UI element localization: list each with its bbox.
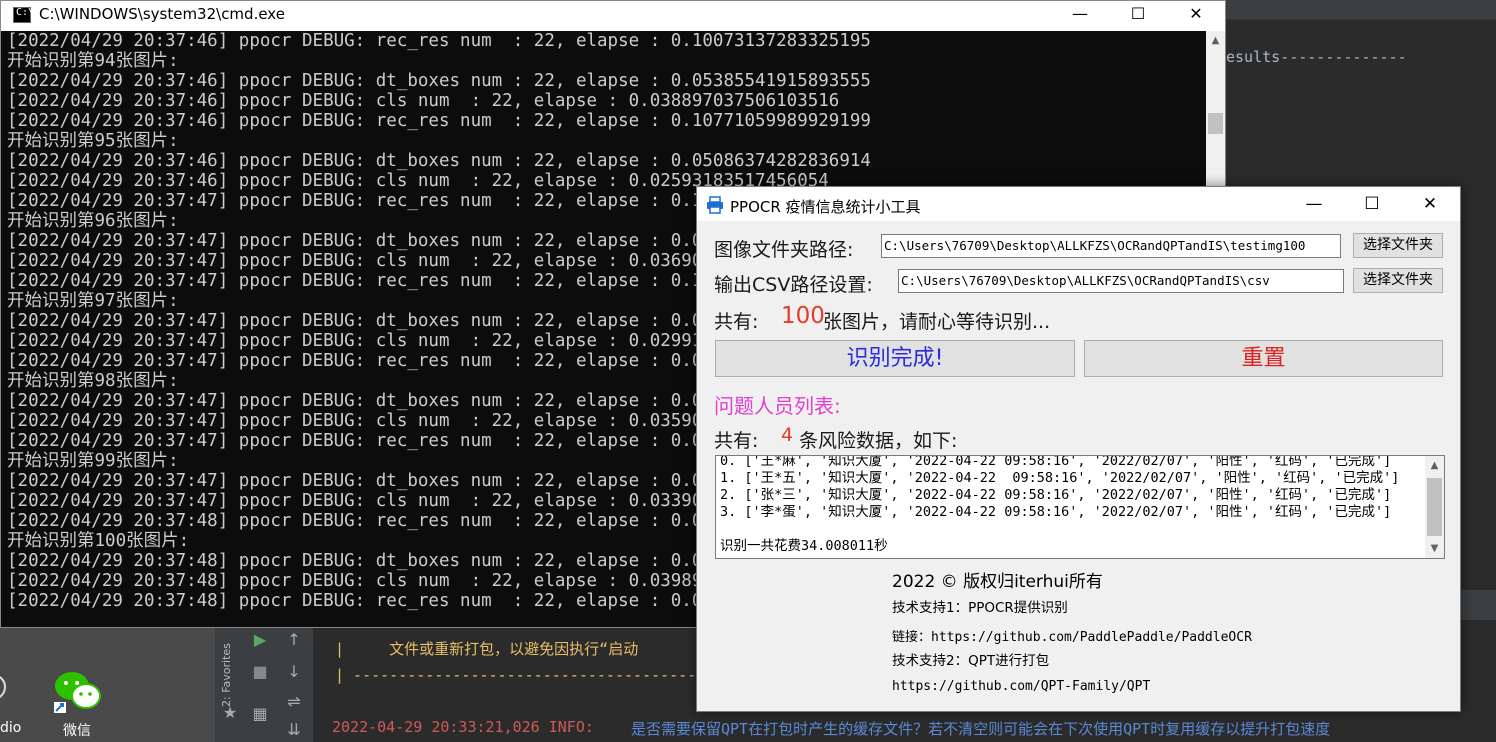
results-scrollbar[interactable]: ▲ ▼ [1425,456,1444,558]
ide-top-strip [1226,0,1496,20]
cmd-icon: C:\ [13,7,34,23]
image-folder-label: 图像文件夹路径: [714,239,854,261]
cmd-titlebar[interactable]: C:\ C:\WINDOWS\system32\cmd.exe — ☐ ✕ [1,1,1225,31]
scroll-down-icon[interactable]: ▼ [1429,543,1440,554]
cmd-output-line: [2022/04/29 20:37:47] ppocr DEBUG: cls n… [7,251,724,271]
choose-image-folder-button[interactable]: 选择文件夹 [1353,233,1443,258]
image-folder-input[interactable]: C:\Users\76709\Desktop\ALLKFZS\OCRandQPT… [881,234,1341,258]
risk-suffix: 条风险数据，如下: [799,430,958,452]
dialog-title: PPOCR 疫情信息统计小工具 [730,198,921,216]
ide-log-message: 是否需要保留QPT在打包时产生的缓存文件？若不清空则可能会在下次使用QPT时复用… [631,720,1331,738]
cmd-output-line: [2022/04/29 20:37:47] ppocr DEBUG: rec_r… [7,271,734,291]
support-1-text: 技术支持1：PPOCR提供识别 [892,600,1068,616]
cmd-output-line: [2022/04/29 20:37:47] ppocr DEBUG: dt_bo… [7,391,734,411]
cmd-output-line: [2022/04/29 20:37:46] ppocr DEBUG: rec_r… [7,31,871,51]
cmd-output-line: [2022/04/29 20:37:47] ppocr DEBUG: dt_bo… [7,311,734,331]
cmd-output-line: [2022/04/29 20:37:47] ppocr DEBUG: rec_r… [7,351,734,371]
support-2-text: 技术支持2：QPT进行打包 [892,653,1050,669]
ide-results-text: esults-------------- [1226,48,1407,66]
cmd-output-line: 开始识别第100张图片: [7,531,190,551]
cmd-output-line: [2022/04/29 20:37:47] ppocr DEBUG: dt_bo… [7,231,734,251]
result-row: 3. ['李*蛋', '知识大厦', '2022-04-22 09:58:16'… [720,504,1392,520]
result-row: 0. ['王*麻', '知识大厦', '2022-04-22 09:58:16'… [720,455,1392,469]
wechat-label: 微信 [63,723,91,739]
favorites-tab[interactable]: 2: Favorites [220,632,240,707]
cmd-output-line: [2022/04/29 20:37:46] ppocr DEBUG: cls n… [7,91,840,111]
dialog-titlebar[interactable]: PPOCR 疫情信息统计小工具 — ☐ ✕ [697,187,1460,221]
cmd-output-line: [2022/04/29 20:37:47] ppocr DEBUG: rec_r… [7,191,734,211]
reset-button[interactable]: 重置 [1084,340,1443,377]
ppocr-dialog: PPOCR 疫情信息统计小工具 — ☐ ✕ 图像文件夹路径: C:\Users\… [696,186,1461,712]
scroll-end-icon[interactable]: ⇊ [284,720,304,740]
paddleocr-link[interactable]: 链接：https://github.com/PaddlePaddle/Paddl… [892,626,1252,645]
cmd-output-line: [2022/04/29 20:37:47] ppocr DEBUG: cls n… [7,331,734,351]
minimize-button[interactable]: — [1285,189,1343,219]
ide-run-toolbar: ▶ ↑ ■ ↓ ⇌ ▦ ⇊ [246,628,314,742]
star-icon[interactable]: ★ [220,703,240,723]
run-icon[interactable]: ▶ [250,630,270,650]
cmd-output-line: 开始识别第95张图片: [7,131,179,151]
cmd-output-line: [2022/04/29 20:37:46] ppocr DEBUG: rec_r… [7,111,871,131]
cmd-output-line: [2022/04/29 20:37:47] ppocr DEBUG: cls n… [7,411,734,431]
results-textbox[interactable]: 0. ['王*麻', '知识大厦', '2022-04-22 09:58:16'… [715,455,1445,559]
copyright-text: 2022 © 版权归iterhui所有 [892,572,1103,592]
cmd-output-line: 开始识别第96张图片: [7,211,179,231]
app-icon[interactable] [0,674,6,700]
cmd-output-line: [2022/04/29 20:37:47] ppocr DEBUG: dt_bo… [7,471,734,491]
cmd-output-line: 开始识别第98张图片: [7,371,179,391]
cmd-output-line: 开始识别第97张图片: [7,291,179,311]
cmd-output-line: [2022/04/29 20:37:46] ppocr DEBUG: dt_bo… [7,151,871,171]
stop-icon[interactable]: ■ [250,662,270,682]
cmd-output-line: 开始识别第99张图片: [7,451,179,471]
choose-csv-folder-button[interactable]: 选择文件夹 [1353,268,1443,293]
risk-count: 4 [781,424,794,446]
wechat-icon[interactable] [52,668,104,714]
ide-side-toolbar: 2: Favorites ★ [215,628,246,742]
close-button[interactable]: ✕ [1401,189,1459,219]
close-button[interactable]: ✕ [1167,1,1225,31]
cmd-output-line: [2022/04/29 20:37:48] ppocr DEBUG: rec_r… [7,511,734,531]
ide-log-prefix: 2022-04-29 20:33:21,026 INFO: [332,718,603,736]
qpt-link[interactable]: https://github.com/QPT-Family/QPT [892,679,1150,694]
ide-log-line: | 文件或重新打包，以避免因执行“启动 [335,640,639,658]
total-suffix: 张图片，请耐心等待识别... [823,311,1051,333]
scroll-up-icon[interactable]: ▲ [1429,460,1440,471]
csv-path-label: 输出CSV路径设置: [714,274,873,296]
scroll-thumb[interactable] [1208,113,1223,134]
ide-log-line: | --------------------------------------… [335,666,724,684]
cmd-output-line: [2022/04/29 20:37:48] ppocr DEBUG: rec_r… [7,591,734,611]
total-prefix: 共有: [714,311,759,333]
ide-scroll-area [1460,590,1496,620]
layout-icon[interactable]: ▦ [250,704,270,724]
cmd-output-line: [2022/04/29 20:37:46] ppocr DEBUG: dt_bo… [7,71,871,91]
cmd-output-line: [2022/04/29 20:37:47] ppocr DEBUG: rec_r… [7,431,734,451]
total-count: 100 [781,303,825,329]
scroll-thumb[interactable] [1427,478,1442,536]
recognize-done-button[interactable]: 识别完成! [715,340,1075,377]
csv-path-input[interactable]: C:\Users\76709\Desktop\ALLKFZS\OCRandQPT… [898,269,1344,293]
minimize-button[interactable]: — [1051,1,1109,31]
printer-icon [706,196,724,214]
desktop-area: dio 微信 [0,628,215,742]
cmd-output-line: [2022/04/29 20:37:47] ppocr DEBUG: cls n… [7,491,734,511]
cmd-output-line: [2022/04/29 20:37:48] ppocr DEBUG: cls n… [7,571,734,591]
result-row: 1. ['王*五', '知识大厦', '2022-04-22 09:58:16'… [720,470,1400,486]
cmd-title: C:\WINDOWS\system32\cmd.exe [39,5,285,23]
down-arrow-icon[interactable]: ↓ [284,662,304,682]
up-arrow-icon[interactable]: ↑ [284,630,304,650]
scroll-up-icon[interactable]: ▲ [1210,35,1221,46]
cmd-output-line: 开始识别第94张图片: [7,51,179,71]
risk-prefix: 共有: [714,430,759,452]
elapsed-time: 识别一共花费34.008011秒 [720,538,888,554]
result-row: 2. ['张*三', '知识大厦', '2022-04-22 09:58:16'… [720,487,1392,503]
maximize-button[interactable]: ☐ [1343,189,1401,219]
problem-list-label: 问题人员列表: [714,394,841,418]
desktop-icon-label: dio [0,720,22,736]
soft-wrap-icon[interactable]: ⇌ [284,692,304,712]
cmd-output-line: [2022/04/29 20:37:48] ppocr DEBUG: dt_bo… [7,551,734,571]
maximize-button[interactable]: ☐ [1109,1,1167,31]
